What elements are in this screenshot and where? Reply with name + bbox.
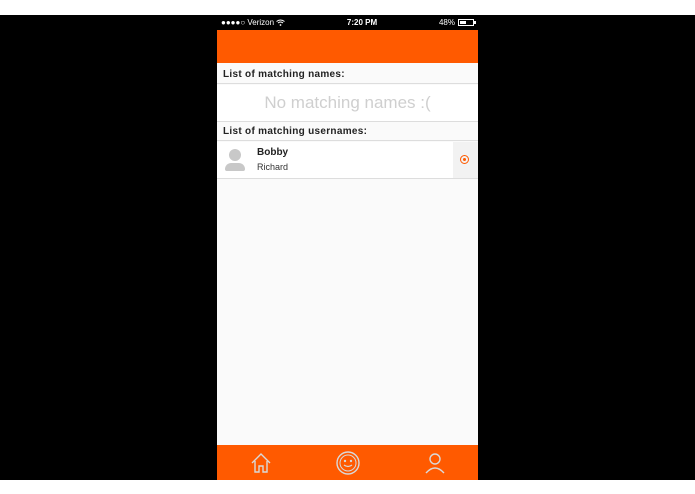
radio-selected-icon[interactable] [460,155,469,164]
battery-info: 48% [438,18,476,27]
status-time: 7:20 PM [346,18,378,27]
profile-icon [424,452,445,473]
phone-screen: ●●●●○ Verizon 7:20 PM 48% List of matchi… [217,15,478,480]
battery-icon [457,19,476,26]
battery-percent: 48% [438,18,455,27]
tab-bar [217,445,478,480]
bottom-letterbox [0,480,695,494]
home-icon [251,452,270,473]
user-last-name: Richard [257,162,289,172]
tab-friends[interactable] [333,448,363,478]
no-matching-names-message: No matching names :( [217,85,478,122]
tab-profile[interactable] [420,448,450,478]
status-bar: ●●●●○ Verizon 7:20 PM 48% [217,15,478,30]
smiley-icon [335,450,360,475]
app-header [217,30,478,63]
tab-home[interactable] [246,448,276,478]
carrier-info: ●●●●○ Verizon [221,18,285,27]
carrier-label: ●●●●○ Verizon [221,18,275,27]
matching-usernames-title: List of matching usernames: [217,122,478,141]
user-list-item[interactable]: Bobby Richard [217,142,478,179]
select-user-cell[interactable] [453,142,478,178]
user-first-name: Bobby [257,147,289,158]
avatar-placeholder-icon [225,149,245,171]
wifi-icon [276,19,285,26]
top-letterbox [0,0,695,15]
matching-names-title: List of matching names: [217,65,478,84]
